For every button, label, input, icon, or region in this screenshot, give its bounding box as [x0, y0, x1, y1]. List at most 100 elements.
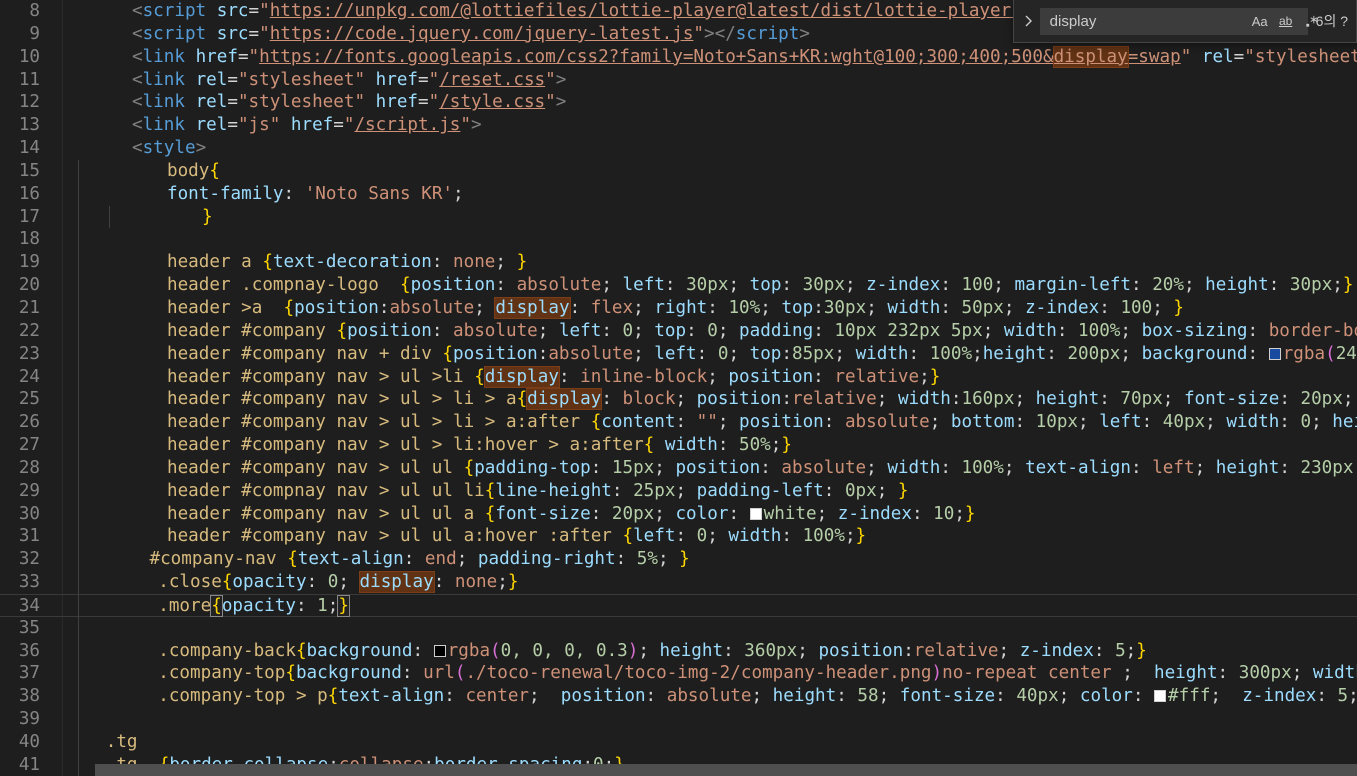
code-token: ; — [844, 526, 856, 547]
code-text: header >a {position:absolute; display: f… — [167, 296, 1184, 320]
code-token: ; — [876, 480, 898, 501]
code-line[interactable]: 14 <style> — [0, 137, 1357, 160]
code-token: none — [454, 572, 498, 593]
line-number: 35 — [18, 617, 40, 638]
code-token: : — [995, 686, 1017, 707]
code-line[interactable]: 22 header #company {position: absolute; l… — [0, 319, 1357, 343]
code-token: relative — [792, 389, 877, 410]
line-number: 15 — [18, 160, 40, 181]
code-token: ; — [760, 297, 782, 318]
code-text: <link rel="stylesheet" href="/style.css"… — [132, 91, 566, 114]
code-line[interactable]: 35 — [0, 616, 1357, 640]
code-line[interactable]: 26 header #company nav > ul > li > a:afte… — [0, 411, 1357, 435]
code-token: relative — [834, 366, 920, 387]
code-token: header #company nav > ul ul — [167, 457, 464, 478]
code-token: .company-top — [158, 663, 286, 684]
code-token: ; — [1003, 297, 1026, 318]
code-token: absolute — [453, 320, 538, 341]
code-line[interactable]: 16 font-family: 'Noto Sans KR'; — [0, 182, 1357, 206]
code-token: 300px — [1238, 663, 1292, 684]
code-line[interactable]: 37 .company-top{background: url(./toco-re… — [0, 662, 1357, 686]
code-token: { — [209, 160, 220, 181]
code-token: padding-right — [477, 549, 616, 570]
code-token: = — [1233, 46, 1245, 67]
code-line[interactable]: 10 <link href="https://fonts.googleapis.c… — [0, 45, 1357, 69]
horizontal-scrollbar-track[interactable] — [0, 764, 1357, 776]
indent-guide — [78, 182, 79, 206]
code-line[interactable]: 24 header #company nav > ul >li {display:… — [0, 365, 1357, 389]
color-swatch-icon[interactable] — [1154, 690, 1167, 703]
code-token: ; — [717, 412, 740, 433]
find-input[interactable] — [1049, 12, 1249, 30]
code-token: .more — [158, 595, 212, 616]
code-lines-container[interactable]: 8 <script src="https://unpkg.com/@lottief… — [0, 0, 1357, 776]
code-token: https://code.jquery.com/jquery-latest.js — [269, 23, 694, 44]
find-widget[interactable]: Aa ab 6의 ? — [1012, 0, 1357, 43]
code-token: ; — [1210, 686, 1243, 707]
line-number: 25 — [18, 389, 40, 410]
code-token: : — [940, 457, 962, 478]
code-token: ; — [1058, 686, 1080, 707]
code-line[interactable]: 34 .more{opacity: 1;} — [0, 593, 1357, 618]
code-line[interactable]: 12 <link rel="stylesheet" href="/style.cs… — [0, 91, 1357, 114]
code-token: 1 — [317, 595, 328, 616]
code-line[interactable]: 38 .company-top > p{text-align: center; p… — [0, 685, 1357, 709]
line-number: 12 — [18, 92, 40, 113]
code-line[interactable]: 31 header #company nav > ul ul a:hover :a… — [0, 525, 1357, 549]
code-token: : — [675, 526, 697, 547]
chevron-right-icon[interactable] — [1018, 0, 1040, 42]
code-text: .company-top{background: url(./toco-rene… — [158, 662, 1357, 685]
code-text: <script src="https://unpkg.com/@lottiefi… — [132, 0, 1160, 23]
code-token: > — [704, 23, 715, 44]
code-text: header #company nav > ul > li > a{displa… — [167, 388, 1357, 411]
code-line[interactable]: 13 <link rel="js" href="/script.js"> — [0, 114, 1357, 137]
code-line[interactable]: 40 .tg — [0, 731, 1357, 754]
color-swatch-icon[interactable] — [1268, 347, 1281, 360]
horizontal-scrollbar-thumb[interactable] — [95, 764, 1357, 776]
code-line[interactable]: 36 .company-back{background: rgba(0, 0, 0… — [0, 639, 1357, 663]
code-line[interactable]: 11 <link rel="stylesheet" href="/reset.cs… — [0, 69, 1357, 92]
code-line[interactable]: 30 header #company nav > ul ul a {font-si… — [0, 502, 1357, 526]
find-options[interactable]: Aa ab — [1249, 10, 1323, 32]
color-swatch-icon[interactable] — [749, 507, 762, 520]
indent-guide — [78, 616, 79, 640]
code-line[interactable]: 21 header >a {position:absolute; display:… — [0, 296, 1357, 320]
code-line[interactable]: 18 — [0, 228, 1357, 252]
code-token: header a — [167, 252, 263, 273]
code-text: header a {text-decoration: none; } — [167, 251, 527, 274]
code-line[interactable]: 20 header .compnay-logo {position: absolu… — [0, 274, 1357, 297]
code-line[interactable]: 15 body{ — [0, 159, 1357, 183]
indent-guide — [78, 411, 79, 435]
code-line[interactable]: 33 .close{opacity: 0; display: none;} — [0, 571, 1357, 594]
code-line[interactable]: 29 header #compnay nav > ul ul li{line-he… — [0, 479, 1357, 503]
code-token: ; — [878, 686, 900, 707]
code-token: href — [195, 46, 238, 67]
code-line[interactable]: 23 header #company nav + div {position:ab… — [0, 342, 1357, 366]
whole-word-icon[interactable]: ab — [1275, 10, 1297, 32]
code-line[interactable]: 27 header #company nav > ul > li:hover > … — [0, 434, 1357, 457]
code-token: " — [460, 115, 471, 136]
find-input-wrapper[interactable]: Aa ab — [1039, 7, 1318, 35]
code-token: : — [1217, 663, 1239, 684]
code-line[interactable]: 17} — [0, 205, 1357, 229]
code-token: .company-top > p — [158, 686, 328, 707]
code-line[interactable]: 32 #company-nav {text-align: end; padding… — [0, 548, 1357, 572]
code-token: #company-nav — [149, 549, 288, 570]
code-token: 20px — [1300, 389, 1343, 410]
match-case-icon[interactable]: Aa — [1249, 10, 1271, 32]
code-token: =swap — [1127, 46, 1181, 67]
color-swatch-icon[interactable] — [433, 644, 446, 657]
code-token: ; — [657, 549, 680, 570]
code-token: : — [601, 389, 623, 410]
code-line[interactable]: 19 header a {text-decoration: none; } — [0, 251, 1357, 275]
line-number: 27 — [18, 435, 40, 456]
code-editor[interactable]: 8 <script src="https://unpkg.com/@lottief… — [0, 0, 1357, 776]
code-token: width — [897, 389, 951, 410]
code-line[interactable]: 28 header #company nav > ul ul {padding-t… — [0, 456, 1357, 480]
code-token: { — [643, 435, 655, 456]
code-line[interactable]: 25 header #company nav > ul > li > a{disp… — [0, 388, 1357, 412]
code-token: : — [1099, 297, 1121, 318]
code-text: header #company nav > ul > li > a:after … — [167, 411, 1357, 434]
code-line[interactable]: 39 — [0, 708, 1357, 731]
code-token: ; — [453, 183, 464, 204]
